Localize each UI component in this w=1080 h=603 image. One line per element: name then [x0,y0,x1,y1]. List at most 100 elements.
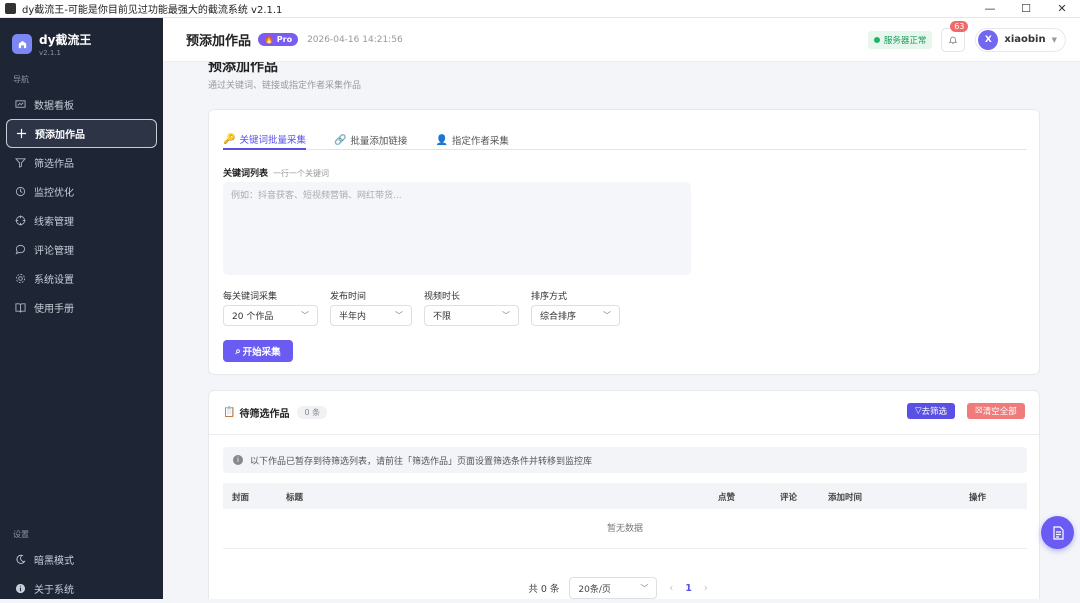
sidebar-item-label: 监控优化 [34,188,74,199]
sidebar-item-label: 线索管理 [34,217,74,228]
publish-time-select[interactable]: 半年内 ﹀ [330,305,412,326]
video-duration-label: 视频时长 [424,292,461,302]
column-header-title: 标题 [286,493,304,503]
keyword-list-hint: 一行一个关键词 [273,169,330,178]
page-number[interactable]: 1 [685,583,692,594]
sidebar-item-label: 暗黑模式 [34,556,74,567]
video-duration-select[interactable]: 不限 ﹀ [424,305,519,326]
notice-text: 以下作品已暂存到待筛选列表，请前往「筛选作品」页面设置筛选条件并转移到监控库 [250,456,593,467]
clipboard-icon: 📋 [223,407,236,418]
avatar: X [978,29,999,50]
brand-name: dy截流王 [39,33,92,47]
pagination-total: 共 0 条 [528,584,560,595]
moon-icon [15,554,26,565]
collect-card: 🔑 关键词批量采集 🔗 批量添加链接 👤 指定作者采集 关键词列表 一行一个关键词… [208,109,1040,375]
keyword-textarea[interactable]: 例如：抖音获客、短视频营销、网红带货... [223,182,691,275]
user-menu[interactable]: X xiaobin ▼ [975,27,1066,52]
info-notice: i 以下作品已暂存到待筛选列表，请前往「筛选作品」页面设置筛选条件并转移到监控库 [223,447,1027,473]
info-icon [15,583,26,594]
timestamp: 2026-04-16 14:21:56 [307,34,403,45]
server-status-badge: 服务器正常 [867,30,933,49]
tab-batch-links[interactable]: 🔗 批量添加链接 [334,130,407,150]
chevron-down-icon: ﹀ [395,311,403,320]
page-size-select[interactable]: 20条/页 ﹀ [569,577,658,599]
close-button[interactable]: ✕ [1044,2,1080,15]
column-header-comments: 评论 [780,493,798,503]
window-controls: — ☐ ✕ [972,2,1080,15]
notification-button[interactable]: 63 [941,20,969,52]
clear-all-button[interactable]: ☒ 清空全部 [967,403,1025,419]
tab-keyword-collect[interactable]: 🔑 关键词批量采集 [223,130,306,150]
tab-label: 关键词批量采集 [239,135,306,146]
tab-label: 指定作者采集 [451,136,509,147]
document-fab-button[interactable] [1041,516,1074,549]
start-collect-button[interactable]: ⌕ 开始采集 [223,340,293,362]
sidebar-item-monitor[interactable]: 监控优化 [6,177,157,206]
window-titlebar: dy截流王-可能是你目前见过功能最强大的截流系统 v2.1.1 — ☐ ✕ [0,0,1080,18]
minimize-button[interactable]: — [972,2,1008,15]
per-keyword-value: 20 个作品 [232,312,274,322]
video-duration-value: 不限 [433,312,452,322]
sidebar-item-comments[interactable]: 评论管理 [6,235,157,264]
table-header: 封面 标题 点赞 评论 添加时间 操作 [223,483,1027,509]
pro-badge-label: Pro [276,35,293,44]
clear-all-label: 清空全部 [982,407,1017,417]
sort-label: 排序方式 [531,292,568,302]
sort-select[interactable]: 综合排序 ﹀ [531,305,620,326]
bell-icon [949,36,958,44]
page-title: 预添加作品 [208,62,278,75]
dark-mode-toggle[interactable]: 暗黑模式 [6,545,157,574]
window-title: dy截流王-可能是你目前见过功能最强大的截流系统 v2.1.1 [22,5,283,16]
app-icon [5,3,16,14]
sidebar-item-label: 评论管理 [34,246,74,257]
prev-page-button[interactable]: ‹ [669,583,673,594]
header: 预添加作品 🔥 Pro 2026-04-16 14:21:56 服务器正常 63… [163,18,1080,62]
sidebar-item-filter[interactable]: 筛选作品 [6,148,157,177]
filter-icon [15,157,26,168]
chevron-down-icon: ▼ [1051,35,1057,44]
sidebar-item-dashboard[interactable]: 数据看板 [6,90,157,119]
user-icon: 👤 [435,134,448,146]
gear-icon [15,273,26,284]
sidebar-item-manual[interactable]: 使用手册 [6,293,157,322]
pending-card: 📋 待筛选作品 0 条 ▽ 去筛选 ☒ 清空全部 i 以下作品已暂存到待筛选列表，请… [208,390,1040,599]
tab-label: 批量添加链接 [350,136,408,147]
pro-badge: 🔥 Pro [258,33,299,46]
link-icon: 🔗 [333,134,347,146]
pending-header: 📋 待筛选作品 0 条 [223,405,328,420]
page-size-value: 20条/页 [578,584,611,595]
search-icon: ⌕ [235,345,241,357]
sidebar-item-pre-add[interactable]: 预添加作品 [6,119,157,148]
sidebar-item-settings[interactable]: 系统设置 [6,264,157,293]
trash-icon: ☒ [975,406,983,416]
plus-icon [16,128,27,139]
sort-value: 综合排序 [540,312,577,322]
tab-author-collect[interactable]: 👤 指定作者采集 [435,130,508,150]
comment-icon [15,244,26,255]
monitor-icon [15,186,26,197]
chevron-down-icon: ﹀ [603,311,611,320]
next-page-button[interactable]: › [704,583,708,594]
column-header-likes: 点赞 [718,493,736,503]
sidebar-item-label: 关于系统 [34,585,74,596]
status-dot-icon [873,36,880,43]
brand-logo-icon [12,34,32,54]
header-title: 预添加作品 [186,34,252,49]
server-status-text: 服务器正常 [883,35,927,46]
per-keyword-select[interactable]: 20 个作品 ﹀ [223,305,318,326]
username: xiaobin [1004,34,1046,45]
sidebar-item-leads[interactable]: 线索管理 [6,206,157,235]
key-icon: 🔑 [223,133,236,145]
sidebar: dy截流王 v2.1.1 导航 数据看板 预添加作品 筛选作品 监控优化 线索管… [0,18,163,599]
column-header-added-time: 添加时间 [828,493,863,503]
chevron-down-icon: ﹀ [301,311,309,320]
go-filter-button[interactable]: ▽ 去筛选 [907,403,955,419]
per-keyword-label: 每关键词采集 [223,292,278,302]
chevron-down-icon: ﹀ [640,583,649,593]
start-collect-label: 开始采集 [242,347,281,358]
pending-title: 待筛选作品 [239,409,290,420]
maximize-button[interactable]: ☐ [1008,2,1044,15]
keyword-list-title: 关键词列表 [223,169,269,179]
keyword-list-label: 关键词列表 一行一个关键词 [223,166,329,179]
sidebar-item-label: 使用手册 [34,304,74,315]
